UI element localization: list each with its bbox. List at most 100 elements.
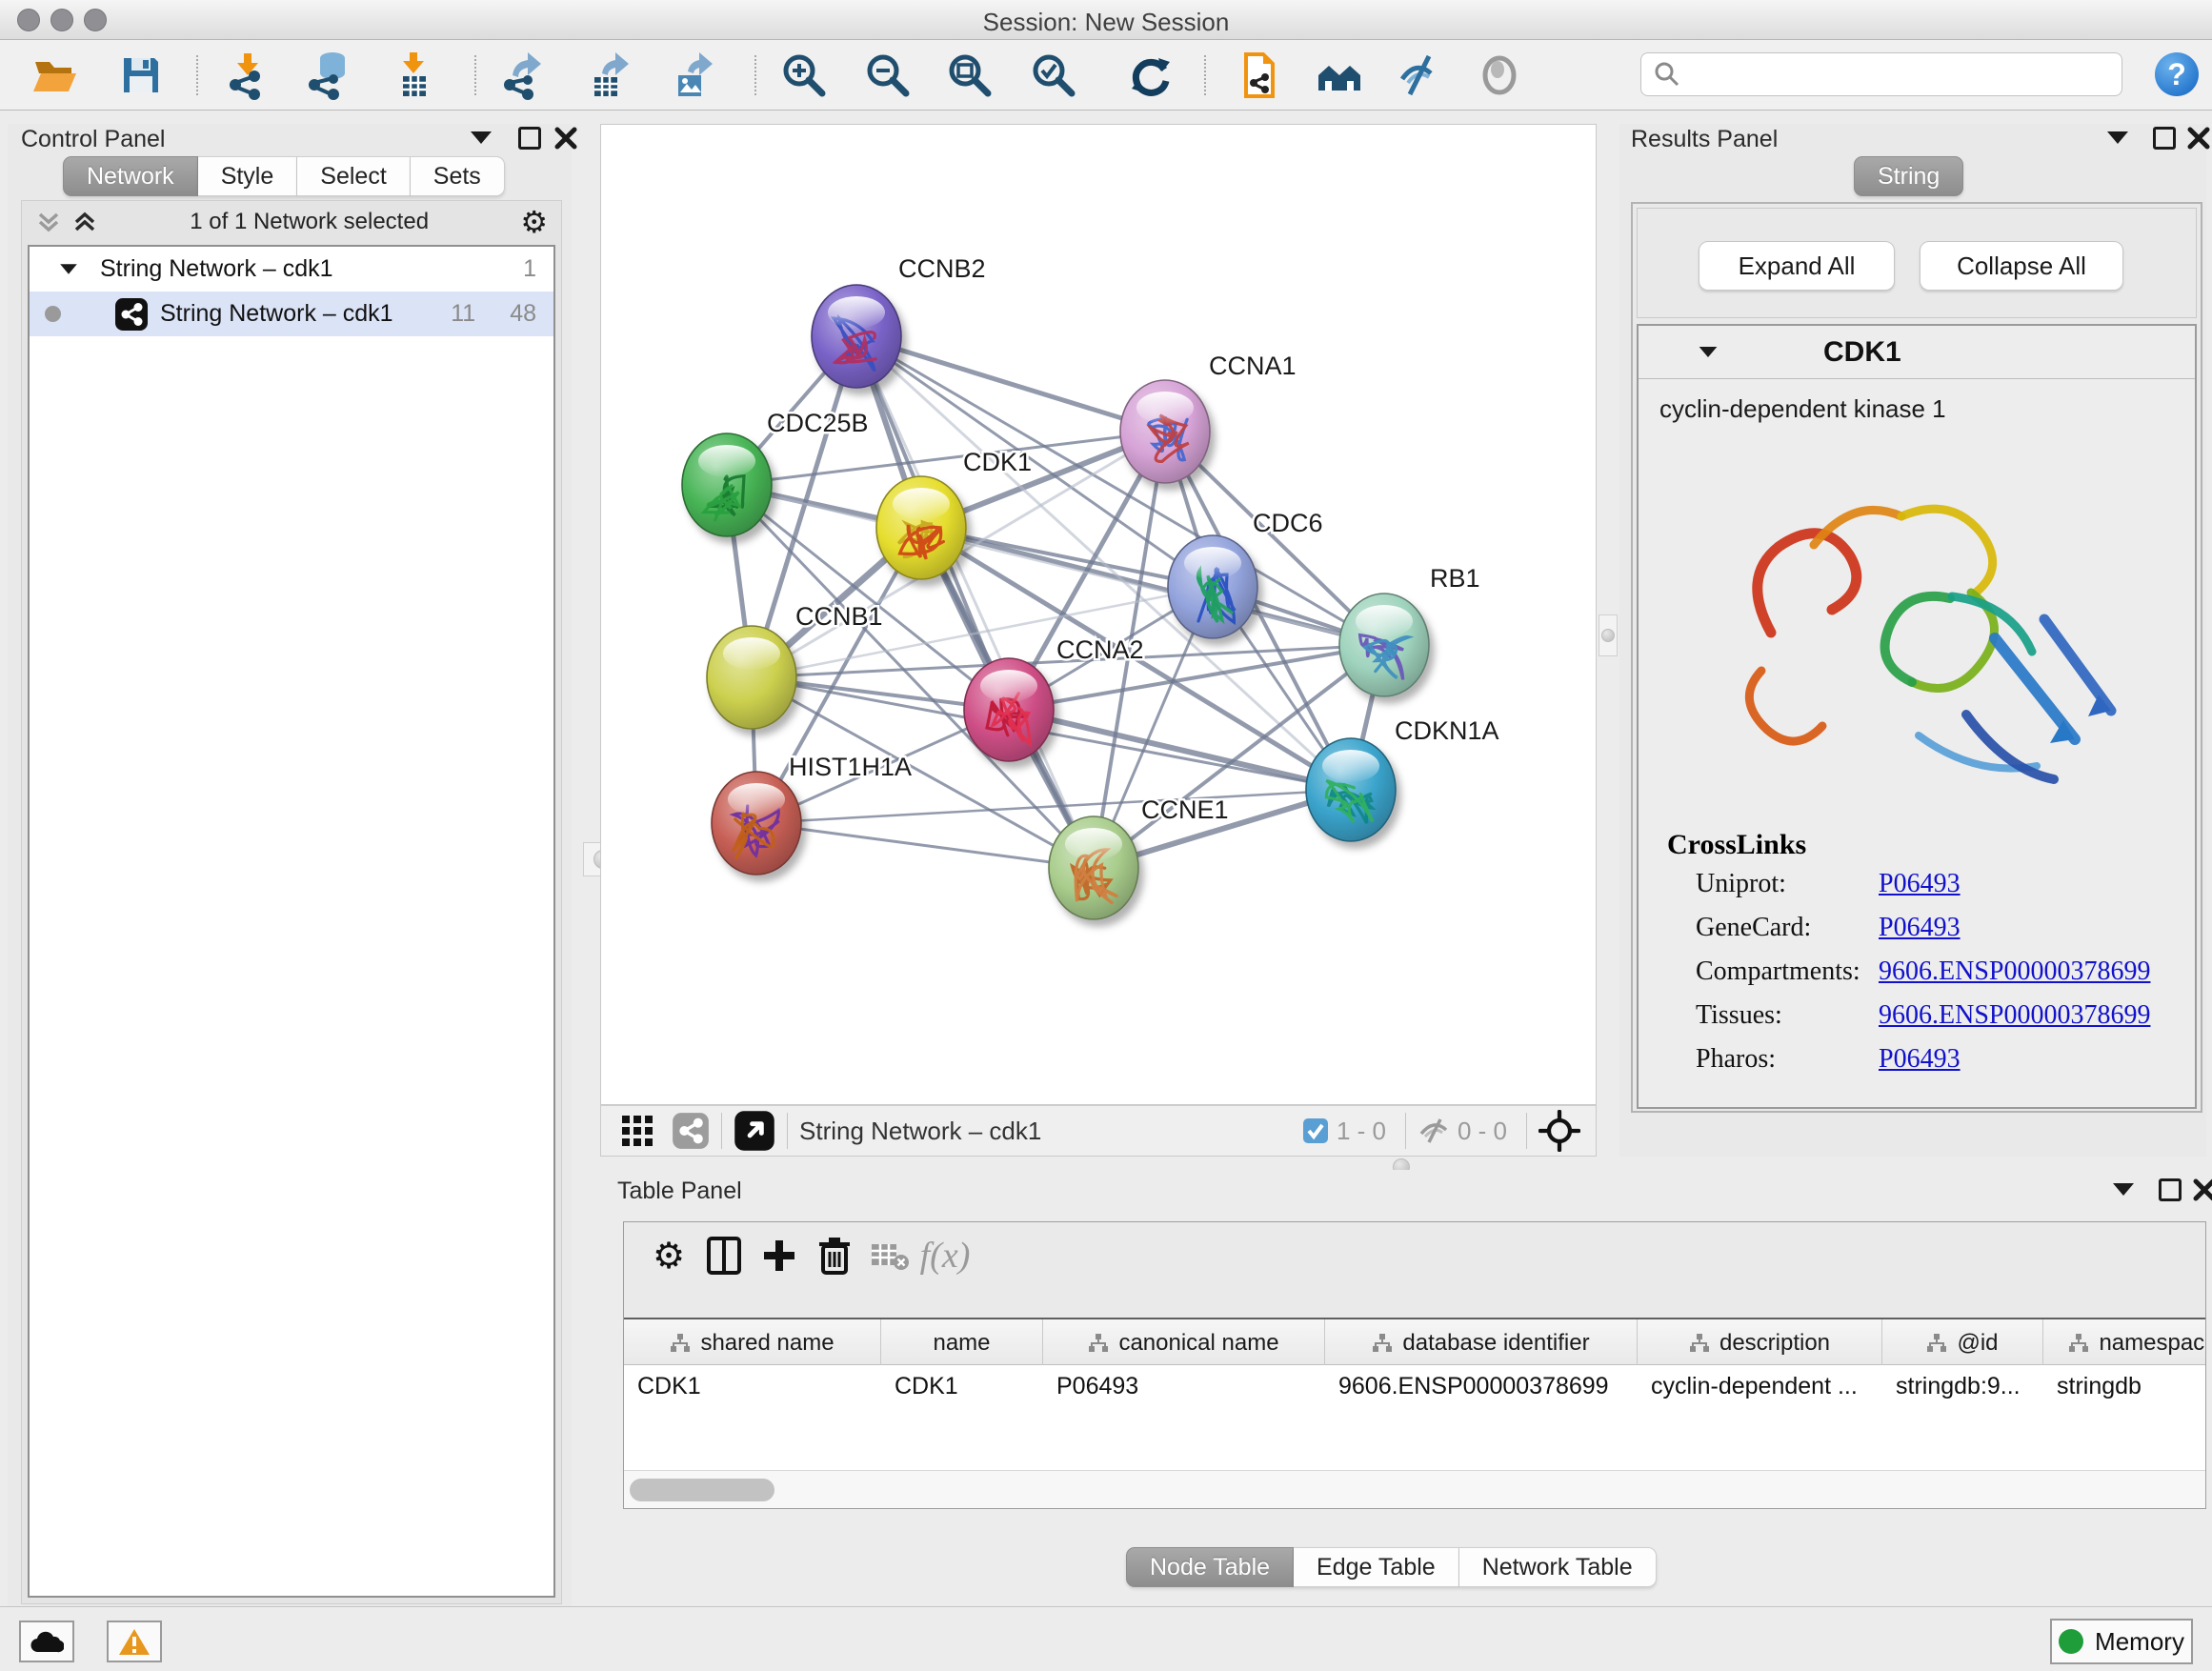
close-panel-icon[interactable] <box>2193 1178 2212 1201</box>
network-node-RB1[interactable] <box>1339 594 1429 696</box>
zoom-in-icon[interactable] <box>777 50 831 100</box>
network-node-CDKN1A[interactable] <box>1306 738 1396 841</box>
window-title: Session: New Session <box>0 8 2212 37</box>
glass-effect-icon[interactable] <box>1473 50 1526 100</box>
network-node-CCNE1[interactable] <box>1049 816 1138 919</box>
network-node-CDC6[interactable] <box>1168 535 1257 638</box>
detach-view-icon[interactable] <box>734 1110 775 1152</box>
zoom-out-icon[interactable] <box>861 50 915 100</box>
graphics-details-icon[interactable] <box>1393 50 1446 100</box>
tab-style[interactable]: Style <box>198 156 298 196</box>
table-cell[interactable]: CDK1 <box>881 1365 1043 1407</box>
function-builder-icon[interactable]: f(x) <box>917 1230 973 1281</box>
fit-content-crosshair-icon[interactable] <box>1538 1110 1580 1152</box>
warnings-button[interactable] <box>107 1621 162 1662</box>
network-node-CDK1[interactable] <box>876 476 966 579</box>
add-column-icon[interactable] <box>752 1230 807 1281</box>
column-header--id[interactable]: @id <box>1882 1319 2043 1367</box>
refresh-view-icon[interactable] <box>1124 50 1177 100</box>
help-button[interactable]: ? <box>2155 52 2199 96</box>
network-list-options-gear-icon[interactable]: ⚙ <box>520 204 548 240</box>
node-section-header[interactable]: CDK1 <box>1639 326 2195 379</box>
network-overview-icon[interactable] <box>1313 50 1366 100</box>
export-network-icon[interactable] <box>497 50 551 100</box>
column-header-canonical-name[interactable]: canonical name <box>1043 1319 1325 1367</box>
network-collection-row[interactable]: String Network – cdk1 1 <box>30 247 553 292</box>
crosslink-value-link[interactable]: P06493 <box>1879 1044 1961 1075</box>
maximize-panel-icon[interactable] <box>2159 1178 2182 1201</box>
crosslink-value-link[interactable]: 9606.ENSP00000378699 <box>1879 956 2150 987</box>
delete-column-trash-icon[interactable] <box>807 1230 862 1281</box>
zoom-fit-icon[interactable] <box>943 50 996 100</box>
crosslink-value-link[interactable]: P06493 <box>1879 869 1961 899</box>
network-row-selected[interactable]: String Network – cdk1 11 48 <box>30 292 553 336</box>
tab-network[interactable]: Network <box>63 156 198 196</box>
float-panel-icon[interactable] <box>471 131 492 144</box>
delete-table-icon[interactable] <box>862 1230 917 1281</box>
export-table-icon[interactable] <box>583 50 636 100</box>
close-panel-icon[interactable] <box>2187 127 2210 150</box>
column-header-name[interactable]: name <box>881 1319 1043 1367</box>
results-splitter-grip[interactable] <box>1599 614 1618 656</box>
expand-all-networks-icon[interactable] <box>71 209 98 235</box>
close-panel-icon[interactable] <box>554 127 577 150</box>
network-node-CCNB2[interactable] <box>812 285 901 388</box>
maximize-panel-icon[interactable] <box>2153 127 2176 150</box>
collection-expand-icon[interactable] <box>58 263 79 275</box>
memory-button[interactable]: Memory <box>2050 1619 2193 1664</box>
import-table-icon[interactable] <box>387 50 440 100</box>
table-options-gear-icon[interactable]: ⚙ <box>641 1230 696 1281</box>
column-header-shared-name[interactable]: shared name <box>624 1319 881 1367</box>
save-session-icon[interactable] <box>114 50 168 100</box>
network-view-string-icon[interactable] <box>672 1112 710 1150</box>
search-input[interactable] <box>1681 61 2101 88</box>
export-image-icon[interactable] <box>667 50 720 100</box>
table-cell[interactable]: 9606.ENSP00000378699 <box>1325 1365 1638 1407</box>
expand-all-button[interactable]: Expand All <box>1699 241 1895 291</box>
float-panel-icon[interactable] <box>2113 1183 2134 1196</box>
maximize-panel-icon[interactable] <box>518 127 541 150</box>
table-cell[interactable]: stringdb <box>2043 1365 2206 1407</box>
table-cell[interactable]: CDK1 <box>624 1365 881 1407</box>
cloud-status-button[interactable] <box>19 1621 74 1662</box>
network-node-CCNA1[interactable] <box>1120 380 1210 483</box>
table-cell[interactable]: stringdb:9... <box>1882 1365 2043 1407</box>
network-view-canvas[interactable]: CCNB2CCNA1CDC25BCDK1CDC6RB1CCNB1CCNA2CDK… <box>600 124 1597 1105</box>
collection-count: 1 <box>523 255 536 283</box>
section-collapse-icon[interactable] <box>1698 346 1719 358</box>
open-session-in-browser-icon[interactable] <box>1233 50 1286 100</box>
tab-select[interactable]: Select <box>297 156 410 196</box>
column-header-namespace[interactable]: namespace <box>2043 1319 2206 1367</box>
search-box[interactable] <box>1640 52 2122 96</box>
tab-sets[interactable]: Sets <box>411 156 505 196</box>
network-node-CCNA2[interactable] <box>964 658 1054 761</box>
import-network-file-icon[interactable] <box>221 50 274 100</box>
tab-edge-table[interactable]: Edge Table <box>1294 1547 1459 1587</box>
hidden-eye-slash-icon[interactable] <box>1418 1117 1450 1145</box>
float-panel-icon[interactable] <box>2107 131 2128 144</box>
zoom-selected-icon[interactable] <box>1027 50 1080 100</box>
column-header-database-identifier[interactable]: database identifier <box>1325 1319 1638 1367</box>
show-columns-icon[interactable] <box>696 1230 752 1281</box>
crosslink-value-link[interactable]: 9606.ENSP00000378699 <box>1879 1000 2150 1031</box>
network-node-CCNB1[interactable] <box>707 626 796 729</box>
table-panel-tabs: Node Table Edge Table Network Table <box>1126 1547 1657 1587</box>
network-node-CDC25B[interactable] <box>682 433 772 536</box>
crosslink-value-link[interactable]: P06493 <box>1879 913 1961 943</box>
grid-mode-icon[interactable] <box>620 1114 654 1148</box>
tab-string[interactable]: String <box>1854 156 1963 196</box>
table-cell[interactable]: cyclin-dependent ... <box>1638 1365 1882 1407</box>
tab-network-table[interactable]: Network Table <box>1459 1547 1657 1587</box>
network-node-HIST1H1A[interactable] <box>712 772 801 875</box>
selected-checkbox-icon[interactable] <box>1302 1117 1329 1144</box>
scrollbar-thumb[interactable] <box>630 1479 774 1501</box>
tab-node-table[interactable]: Node Table <box>1126 1547 1294 1587</box>
table-horizontal-scrollbar[interactable] <box>624 1470 2205 1508</box>
network-graph[interactable]: CCNB2CCNA1CDC25BCDK1CDC6RB1CCNB1CCNA2CDK… <box>601 125 1596 1104</box>
import-network-database-icon[interactable] <box>301 50 354 100</box>
collapse-all-networks-icon[interactable] <box>35 209 62 235</box>
table-cell[interactable]: P06493 <box>1043 1365 1325 1407</box>
collapse-all-button[interactable]: Collapse All <box>1920 241 2123 291</box>
open-session-icon[interactable] <box>29 50 82 100</box>
column-header-description[interactable]: description <box>1638 1319 1882 1367</box>
